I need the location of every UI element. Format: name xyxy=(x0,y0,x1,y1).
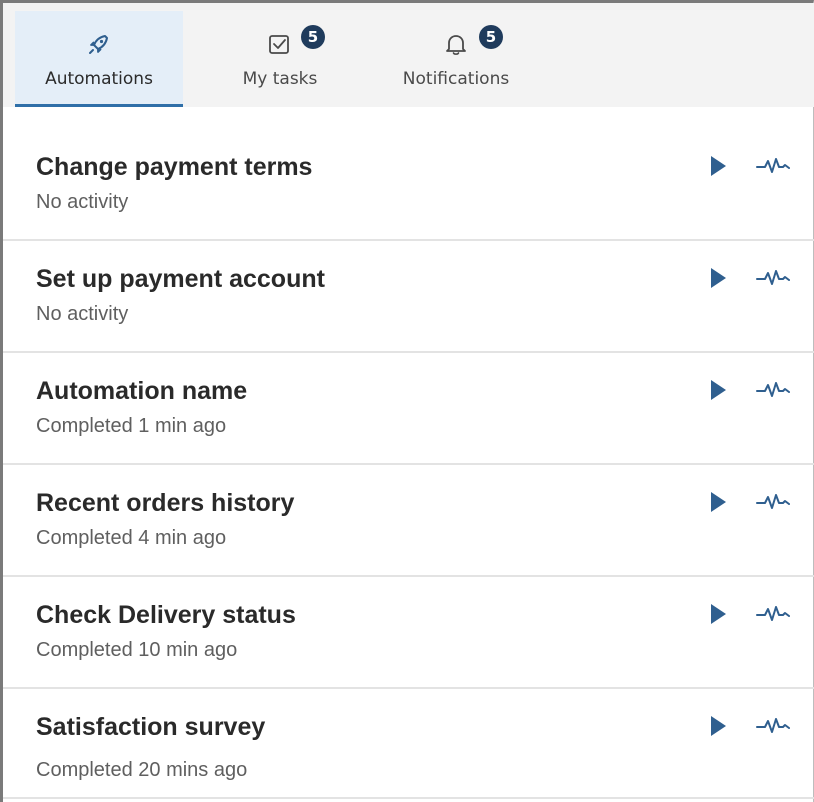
automation-title: Satisfaction survey xyxy=(36,713,266,741)
play-icon[interactable] xyxy=(707,713,729,739)
automation-title: Check Delivery status xyxy=(36,601,296,629)
automation-row[interactable]: Recent orders history Completed 4 min ag… xyxy=(3,465,814,577)
play-icon[interactable] xyxy=(707,377,729,403)
automation-status: No activity xyxy=(36,303,129,325)
activity-pulse-icon[interactable] xyxy=(755,491,793,513)
automation-title: Recent orders history xyxy=(36,489,295,517)
automation-row[interactable]: Set up payment account No activity xyxy=(3,241,814,353)
tab-automations[interactable]: Automations xyxy=(15,11,183,107)
bell-icon xyxy=(446,35,466,55)
activity-pulse-icon[interactable] xyxy=(755,155,793,177)
tab-automations-label: Automations xyxy=(45,69,153,89)
automation-row[interactable]: Satisfaction survey Completed 20 mins ag… xyxy=(3,689,814,799)
play-icon[interactable] xyxy=(707,265,729,291)
automation-title: Automation name xyxy=(36,377,248,405)
automation-list: Change payment terms No activity Set up … xyxy=(3,129,814,799)
tab-my-tasks-label: My tasks xyxy=(242,69,318,89)
rocket-icon xyxy=(89,35,108,54)
automation-title: Set up payment account xyxy=(36,265,325,293)
automation-panel: Automations 5 My tasks 5 Notifications C… xyxy=(0,0,814,802)
tab-my-tasks[interactable]: 5 My tasks xyxy=(215,11,345,107)
tab-notifications-label: Notifications xyxy=(402,69,510,89)
tasks-count-badge: 5 xyxy=(301,25,325,49)
automation-row[interactable]: Check Delivery status Completed 10 min a… xyxy=(3,577,814,689)
automation-status: Completed 10 min ago xyxy=(36,639,238,661)
automation-row[interactable]: Automation name Completed 1 min ago xyxy=(3,353,814,465)
checkbox-icon xyxy=(269,35,289,54)
notifications-count-badge: 5 xyxy=(479,25,503,49)
automation-status: Completed 20 mins ago xyxy=(36,759,248,781)
activity-pulse-icon[interactable] xyxy=(755,715,793,737)
activity-pulse-icon[interactable] xyxy=(755,603,793,625)
automation-title: Change payment terms xyxy=(36,153,313,181)
activity-pulse-icon[interactable] xyxy=(755,267,793,289)
play-icon[interactable] xyxy=(707,153,729,179)
automation-status: Completed 4 min ago xyxy=(36,527,227,549)
automation-status: Completed 1 min ago xyxy=(36,415,227,437)
play-icon[interactable] xyxy=(707,489,729,515)
tab-bar: Automations 5 My tasks 5 Notifications xyxy=(3,3,814,107)
tab-notifications[interactable]: 5 Notifications xyxy=(381,11,531,107)
activity-pulse-icon[interactable] xyxy=(755,379,793,401)
automation-row[interactable]: Change payment terms No activity xyxy=(3,129,814,241)
automation-status: No activity xyxy=(36,191,129,213)
play-icon[interactable] xyxy=(707,601,729,627)
